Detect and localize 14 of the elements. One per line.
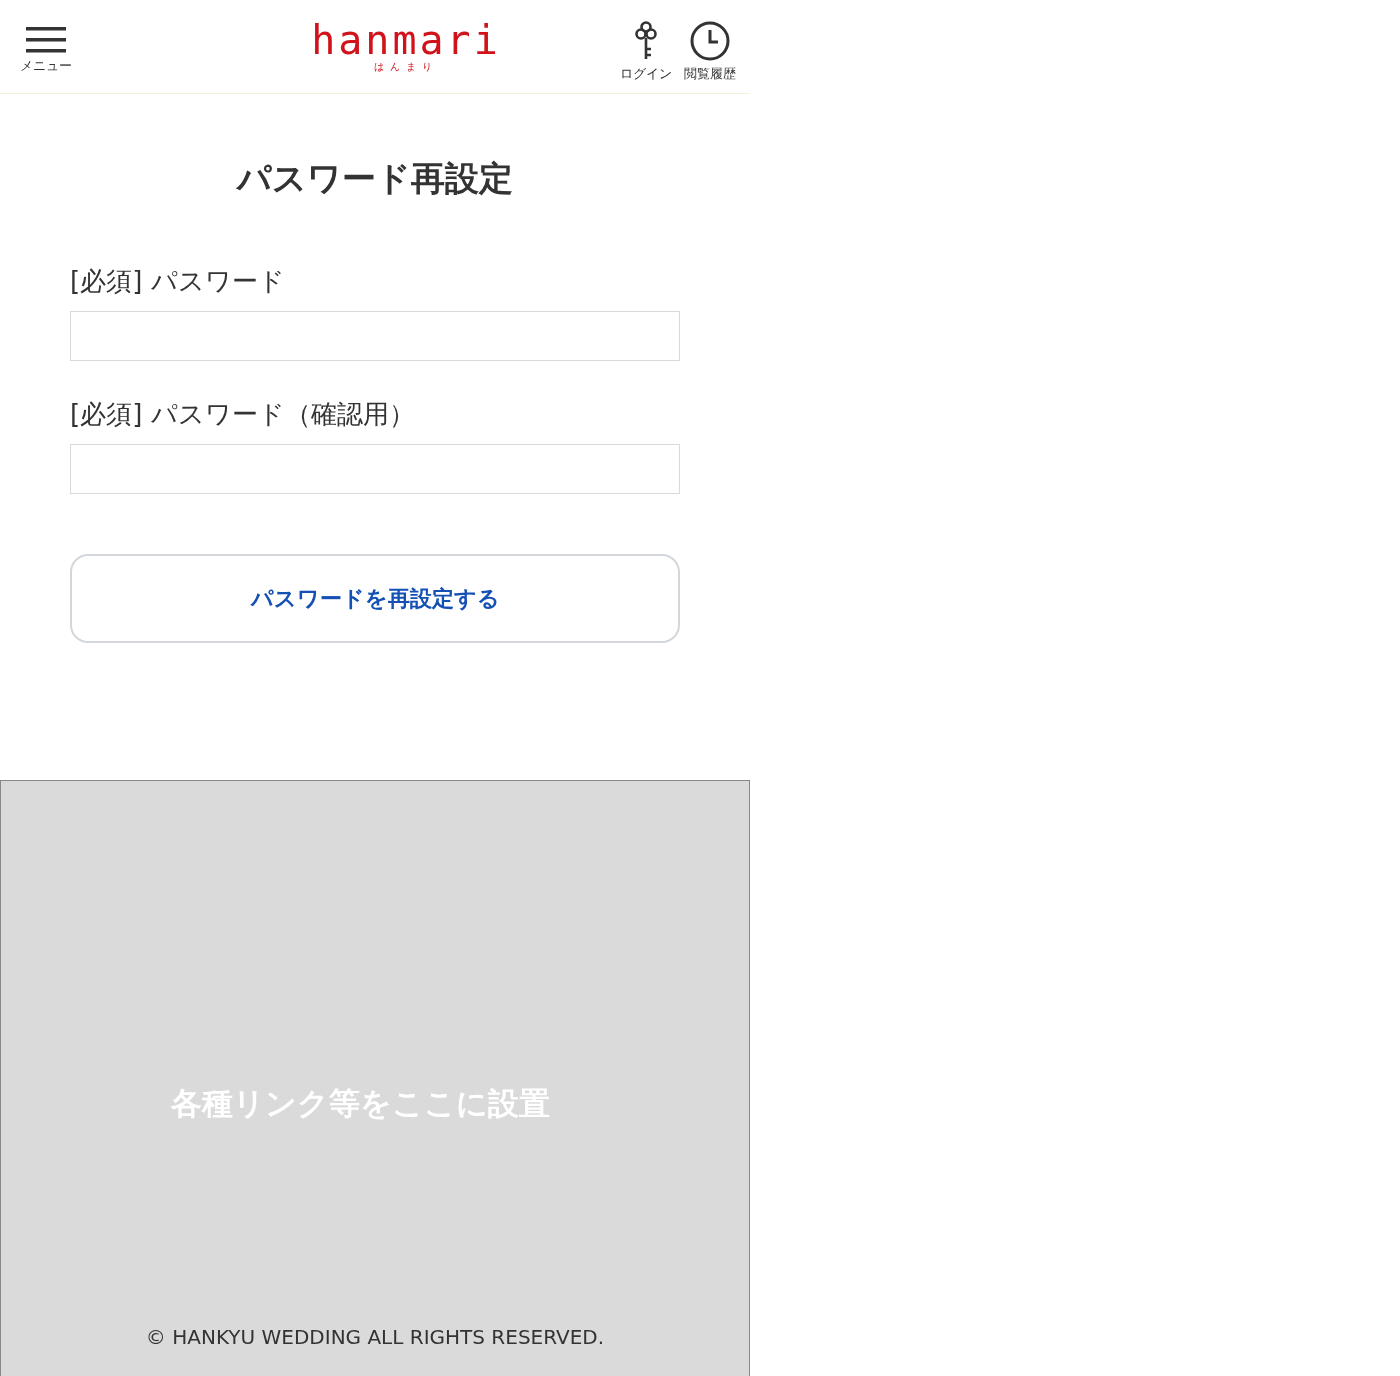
clock-icon xyxy=(690,20,730,61)
history-button[interactable]: 閲覧履歴 xyxy=(684,20,736,83)
field-label: [必須] パスワード（確認用） xyxy=(70,398,416,431)
field-label: [必須] パスワード xyxy=(70,265,286,298)
key-icon xyxy=(633,20,659,61)
login-button[interactable]: ログイン xyxy=(620,20,672,83)
page-title: パスワード再設定 xyxy=(235,157,514,200)
menu-icon xyxy=(25,26,67,53)
password-field[interactable] xyxy=(70,311,680,361)
password-field[interactable] xyxy=(70,444,680,494)
copyright-text: © HANKYU WEDDING ALL RIGHTS RESERVED. xyxy=(145,1325,605,1349)
logo[interactable]: hanmari はんまり xyxy=(311,19,501,74)
menu-button[interactable]: メニュー xyxy=(20,26,72,75)
reset-password-button[interactable]: パスワードを再設定する xyxy=(70,554,680,643)
